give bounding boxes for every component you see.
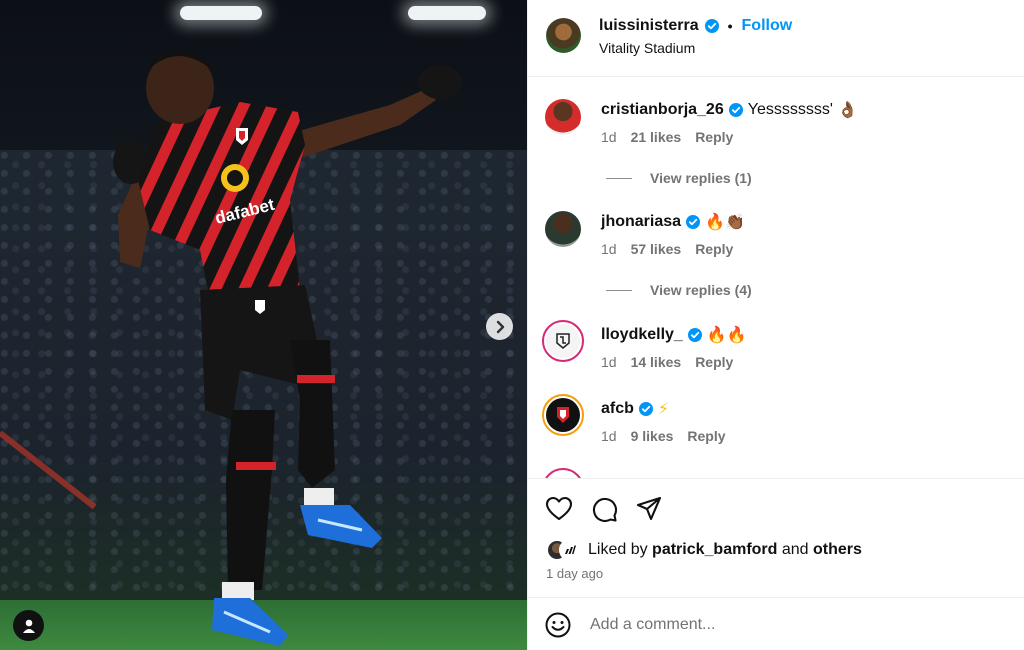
- comment-time: 1d: [601, 428, 617, 444]
- brand-logo-icon: [565, 545, 576, 554]
- post-media[interactable]: dafabet: [0, 0, 527, 650]
- comment-likes[interactable]: 9 likes: [631, 428, 674, 444]
- author-avatar[interactable]: [546, 18, 581, 53]
- commenter-avatar[interactable]: [545, 211, 581, 247]
- share-icon[interactable]: [635, 495, 663, 523]
- commenter-avatar[interactable]: [545, 99, 581, 135]
- post-timestamp[interactable]: 1 day ago: [546, 566, 603, 581]
- player-figure: dafabet: [113, 51, 462, 646]
- comment-likes[interactable]: 57 likes: [631, 241, 682, 257]
- liked-by-prefix: Liked by: [588, 541, 648, 558]
- reply-button[interactable]: Reply: [695, 129, 733, 145]
- divider: [606, 289, 632, 291]
- view-replies-button[interactable]: View replies (1): [606, 170, 752, 186]
- view-replies-button[interactable]: View replies (4): [606, 282, 752, 298]
- view-replies-label: View replies (4): [650, 282, 752, 298]
- post-actions: Liked by patrick_bamford and others 1 da…: [528, 478, 1024, 598]
- liker-avatar: [559, 539, 581, 561]
- author-line: luissinisterra • Follow: [599, 17, 792, 35]
- chevron-right-icon: [496, 320, 504, 333]
- liker-avatars[interactable]: [546, 539, 582, 561]
- divider: [606, 177, 632, 179]
- liked-by-row: Liked by patrick_bamford and others: [546, 539, 862, 561]
- reply-button[interactable]: Reply: [695, 241, 733, 257]
- commenter-username[interactable]: lloydkelly_: [601, 326, 683, 344]
- author-username[interactable]: luissinisterra: [599, 17, 699, 35]
- comment-emoji: 👌🏾: [837, 102, 858, 119]
- liked-by-conjunction: and: [781, 541, 809, 558]
- comments-list[interactable]: cristianborja_26 Yessssssss' 👌🏾 1d 21 li…: [528, 78, 1024, 478]
- club-crest-icon: [556, 333, 570, 349]
- separator-dot: •: [727, 18, 733, 34]
- verified-icon: [638, 402, 653, 416]
- comment-time: 1d: [601, 241, 617, 257]
- post-header: luissinisterra • Follow Vitality Stadium: [528, 0, 1024, 77]
- follow-button[interactable]: Follow: [742, 17, 793, 35]
- heart-icon[interactable]: [545, 495, 573, 523]
- comment-input[interactable]: [590, 612, 990, 638]
- tagged-users-button[interactable]: [13, 610, 44, 641]
- reply-button[interactable]: Reply: [687, 428, 725, 444]
- view-replies-label: View replies (1): [650, 170, 752, 186]
- comment-icon[interactable]: [590, 495, 618, 523]
- verified-icon: [704, 19, 719, 33]
- verified-icon: [687, 328, 702, 342]
- comment-text: Yessssssss': [747, 101, 833, 118]
- reply-button[interactable]: Reply: [695, 354, 733, 370]
- commenter-username[interactable]: cristianborja_26: [601, 101, 724, 119]
- liked-by-others[interactable]: others: [813, 541, 862, 559]
- commenter-username[interactable]: afcb: [601, 400, 634, 418]
- emoji-icon[interactable]: [545, 612, 571, 638]
- add-comment-bar: [528, 597, 1024, 650]
- comment-emoji: 🔥🔥: [706, 327, 747, 344]
- verified-icon: [686, 215, 701, 229]
- comment-emoji: ⚡: [657, 401, 670, 418]
- user-tag-icon: [22, 619, 35, 633]
- comment-time: 1d: [601, 354, 617, 370]
- carousel-next-button[interactable]: [486, 313, 513, 340]
- club-crest-icon: [557, 407, 569, 423]
- comment-time: 1d: [601, 129, 617, 145]
- commenter-username[interactable]: jhonariasa: [601, 213, 681, 231]
- post-location[interactable]: Vitality Stadium: [599, 40, 695, 56]
- commenter-avatar[interactable]: [542, 394, 584, 436]
- verified-icon: [728, 103, 743, 117]
- comment-emoji: 🔥👏🏾: [705, 214, 745, 231]
- commenter-avatar[interactable]: [542, 320, 584, 362]
- liked-by-user[interactable]: patrick_bamford: [652, 541, 777, 559]
- comment-likes[interactable]: 21 likes: [631, 129, 682, 145]
- comment-likes[interactable]: 14 likes: [631, 354, 682, 370]
- commenter-avatar[interactable]: [542, 468, 584, 478]
- post-side-panel: luissinisterra • Follow Vitality Stadium…: [527, 0, 1024, 650]
